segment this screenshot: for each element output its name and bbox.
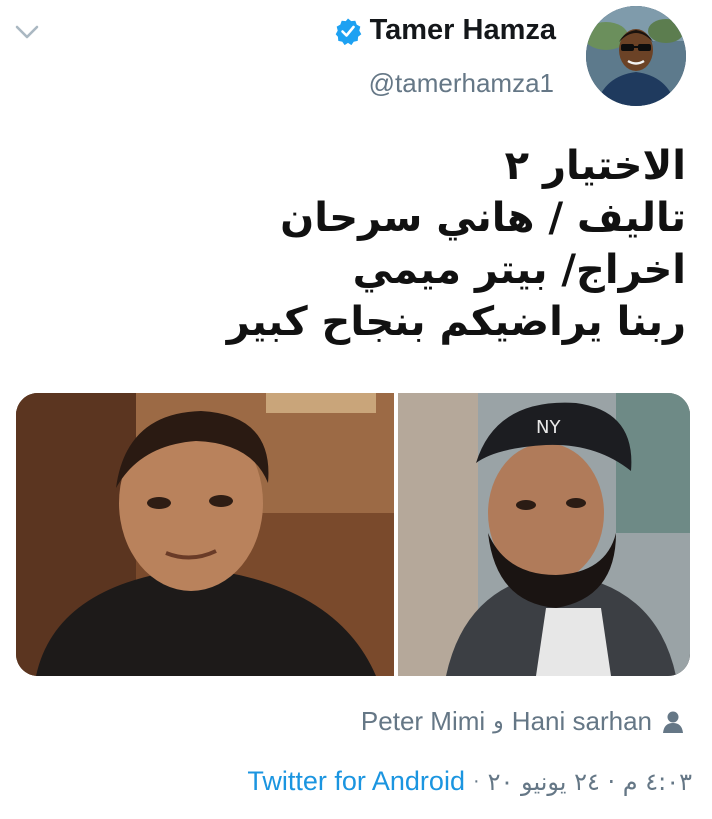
tweet-line: ربنا يراضيكم بنجاح كبير — [226, 299, 686, 345]
tagged-people[interactable]: Peter Mimi و Hani sarhan — [361, 706, 684, 737]
author-handle[interactable]: @tamerhamza1 — [369, 68, 554, 99]
chevron-down-icon[interactable] — [14, 22, 40, 42]
person-icon — [663, 711, 683, 733]
tagged-person-hani[interactable]: Hani sarhan — [512, 706, 652, 737]
tweet-line: تاليف / هاني سرحان — [280, 195, 686, 241]
author-display-name: Tamer Hamza — [369, 14, 556, 46]
tagged-person-peter[interactable]: Peter Mimi — [361, 706, 485, 737]
tweet-line: اخراج/ بيتر ميمي — [352, 247, 686, 293]
source-link[interactable]: Twitter for Android — [247, 766, 465, 797]
meta-separator: · — [472, 770, 480, 792]
tweet-card: Tamer Hamza @tamerhamza1 الاختيار ٢ تالي… — [0, 0, 712, 819]
tweet-text: الاختيار ٢ تاليف / هاني سرحان اخراج/ بيت… — [26, 140, 686, 348]
svg-text:NY: NY — [536, 417, 561, 438]
author-name-row[interactable]: Tamer Hamza — [334, 14, 556, 47]
tweet-media-image[interactable]: NY — [16, 393, 690, 676]
verified-badge-icon — [335, 18, 361, 45]
tweet-line: الاختيار ٢ — [504, 143, 686, 189]
tagged-separator: و — [493, 709, 504, 734]
avatar[interactable] — [586, 6, 686, 106]
tweet-meta: Twitter for Android · ٤:٠٣ م · ٢٤ يونيو … — [247, 766, 692, 797]
tweet-timestamp[interactable]: ٤:٠٣ م · ٢٤ يونيو ٢٠ — [488, 768, 692, 796]
